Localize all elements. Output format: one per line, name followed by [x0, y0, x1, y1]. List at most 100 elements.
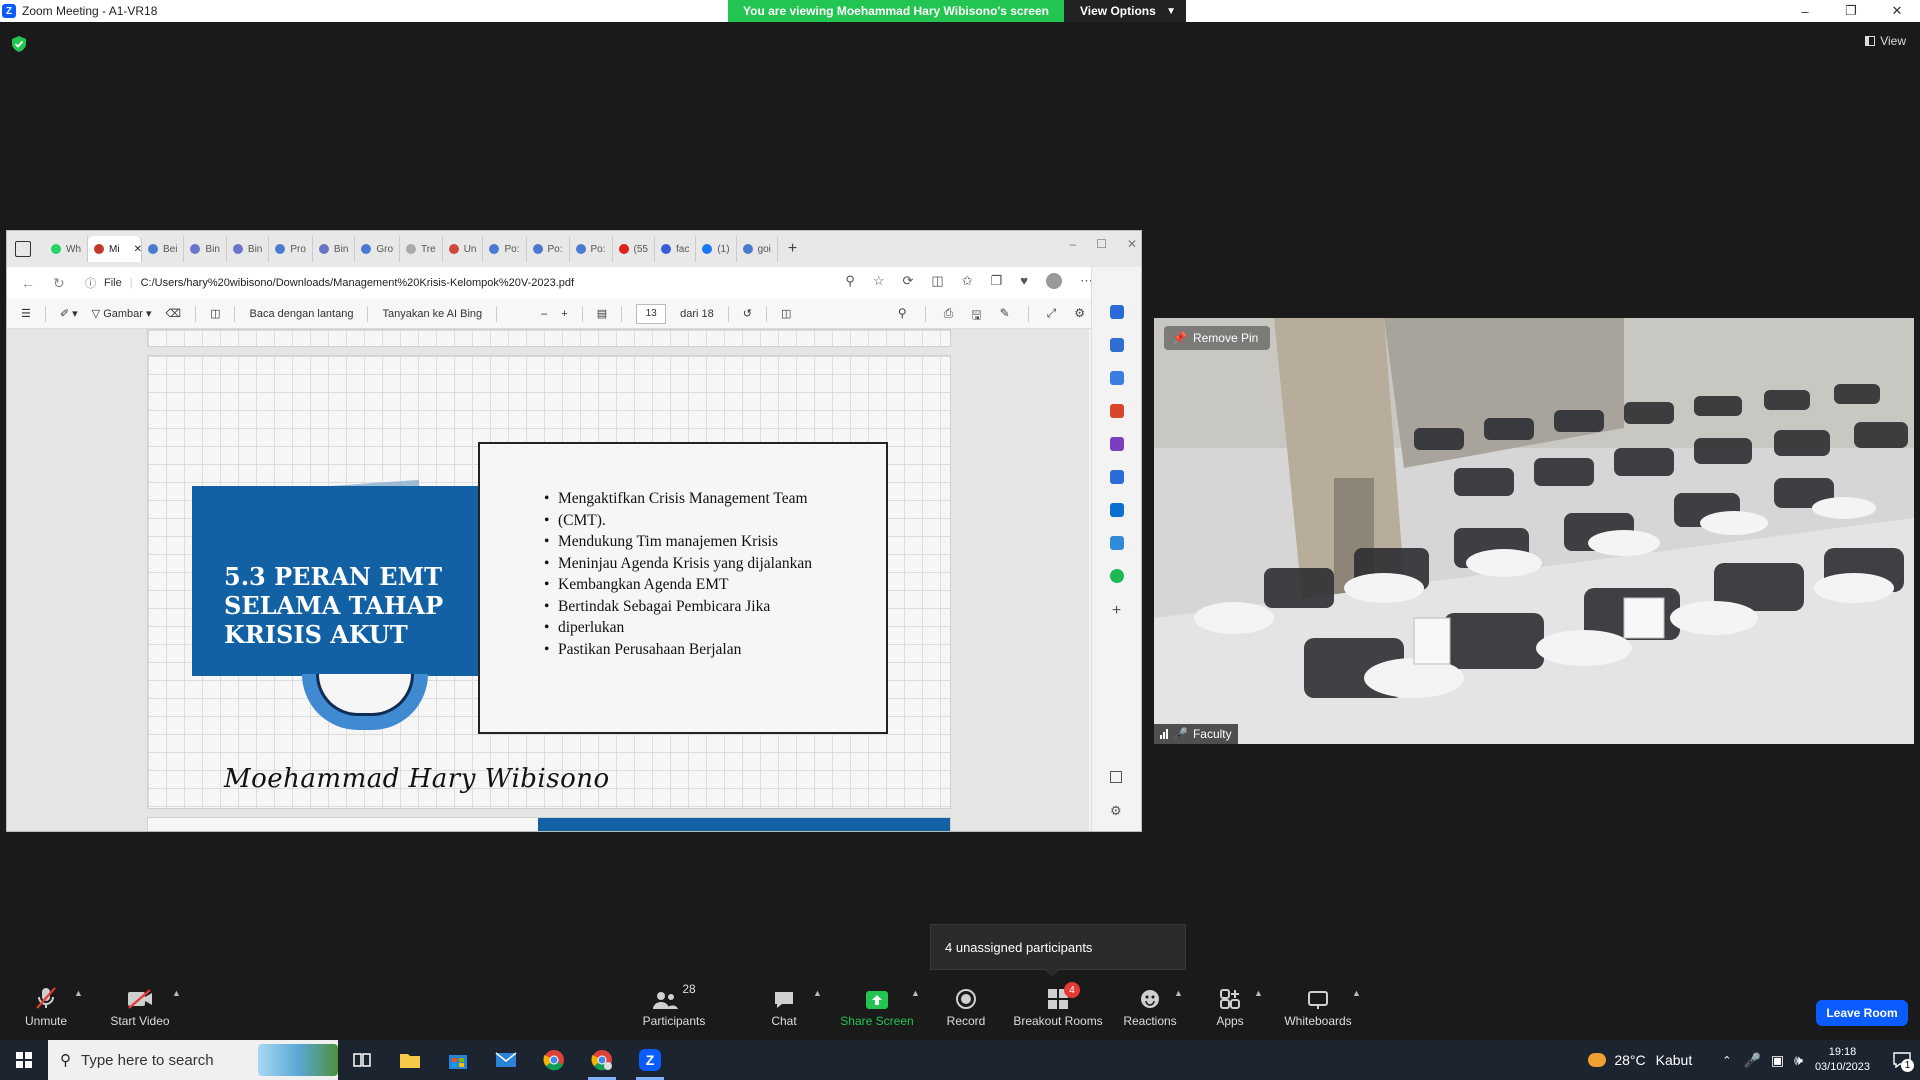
draw-tool[interactable]: ▽ Gambar ▾: [92, 307, 152, 320]
sidebar-settings-icon[interactable]: ⚙: [1110, 803, 1122, 819]
extensions-icon[interactable]: ⟳: [903, 273, 914, 295]
bell-icon[interactable]: [1109, 305, 1124, 319]
mail-icon[interactable]: [482, 1040, 530, 1080]
zoom-in-icon[interactable]: +: [561, 308, 567, 320]
save-icon[interactable]: 🖫: [971, 306, 981, 327]
address-url[interactable]: C:/Users/hary%20wibisono/Downloads/Manag…: [141, 277, 575, 289]
browser-tab[interactable]: fac: [655, 236, 697, 262]
pdf-viewport[interactable]: 5.3 PERAN EMT SELAMA TAHAP KRISIS AKUT M…: [7, 329, 1089, 831]
start-video-button[interactable]: Start Video: [104, 982, 176, 1028]
sidebar-layout-icon[interactable]: [1110, 771, 1122, 783]
browser-maximize-icon[interactable]: ☐: [1096, 237, 1107, 251]
split-screen-icon[interactable]: ◫: [931, 273, 943, 295]
unmute-button[interactable]: Unmute: [18, 982, 74, 1028]
taskbar-search[interactable]: ⚲ Type here to search: [48, 1040, 338, 1080]
browser-tab[interactable]: Un: [443, 236, 484, 262]
audio-options-caret-icon[interactable]: ▲: [74, 988, 83, 998]
reactions-button[interactable]: Reactions: [1122, 982, 1178, 1028]
video-options-caret-icon[interactable]: ▲: [172, 988, 181, 998]
browser-tab[interactable]: Po:: [483, 236, 527, 262]
microsoft-store-icon[interactable]: [434, 1040, 482, 1080]
chrome-icon[interactable]: [530, 1040, 578, 1080]
new-tab-icon[interactable]: +: [788, 240, 797, 258]
shield-check-icon[interactable]: [12, 36, 26, 52]
shopping-icon[interactable]: [1109, 371, 1124, 385]
browser-tab[interactable]: Wh: [45, 236, 88, 262]
view-button[interactable]: View: [1865, 34, 1906, 48]
weather-desc[interactable]: Kabut: [1656, 1052, 1693, 1068]
browser-essentials-icon[interactable]: ♥: [1020, 273, 1028, 295]
taskbar-clock[interactable]: 19:18 03/10/2023: [1815, 1045, 1870, 1075]
weather-temp[interactable]: 28°C: [1614, 1052, 1645, 1068]
browser-tab[interactable]: Mi ✕: [88, 236, 142, 262]
browser-minimize-icon[interactable]: –: [1069, 237, 1076, 251]
share-options-caret-icon[interactable]: ▲: [911, 988, 920, 998]
browser-tab[interactable]: Bin: [227, 236, 270, 262]
file-explorer-icon[interactable]: [386, 1040, 434, 1080]
whiteboards-button[interactable]: Whiteboards: [1282, 982, 1354, 1028]
find-icon[interactable]: ⚲: [898, 306, 907, 327]
browser-tab[interactable]: Bei: [142, 236, 185, 262]
read-aloud-button[interactable]: Baca dengan lantang: [249, 308, 353, 320]
chat-button[interactable]: Chat: [766, 982, 802, 1028]
apps-options-caret-icon[interactable]: ▲: [1254, 988, 1263, 998]
reactions-options-caret-icon[interactable]: ▲: [1174, 988, 1183, 998]
remove-pin-button[interactable]: 📌 Remove Pin: [1164, 326, 1271, 350]
notification-center-icon[interactable]: 1: [1884, 1040, 1920, 1080]
minimize-icon[interactable]: –: [1782, 0, 1828, 22]
pdf-settings-icon[interactable]: ⚙: [1074, 306, 1085, 327]
highlight-icon[interactable]: ✐ ▾: [60, 307, 78, 320]
browser-tab[interactable]: Gro: [355, 236, 401, 262]
record-button[interactable]: Record: [944, 982, 988, 1028]
browser-tab[interactable]: Bin: [184, 236, 227, 262]
chevron-up-icon[interactable]: ⌃: [1722, 1054, 1731, 1067]
participants-button[interactable]: 28 Participants: [638, 982, 710, 1028]
browser-tab[interactable]: Bin: [313, 236, 356, 262]
leave-room-button[interactable]: Leave Room: [1816, 1000, 1908, 1026]
rotate-icon[interactable]: ↺: [743, 307, 752, 320]
whiteboards-options-caret-icon[interactable]: ▲: [1352, 988, 1361, 998]
contents-icon[interactable]: ☰: [21, 307, 31, 320]
chrome-profile-icon[interactable]: [578, 1040, 626, 1080]
browser-tab[interactable]: Po:: [527, 236, 570, 262]
tools-icon[interactable]: [1109, 404, 1124, 418]
browser-tab[interactable]: goi: [737, 236, 778, 262]
zoom-icon[interactable]: ⚲: [845, 273, 855, 295]
zoom-out-icon[interactable]: –: [541, 308, 547, 320]
print-icon[interactable]: ⎙: [944, 306, 954, 327]
fit-page-icon[interactable]: ▤: [597, 307, 607, 320]
browser-tab[interactable]: Po:: [570, 236, 613, 262]
apps-button[interactable]: Apps: [1212, 982, 1248, 1028]
office-icon[interactable]: [1109, 470, 1124, 484]
volume-icon[interactable]: 🕪: [1794, 1052, 1803, 1069]
reload-icon[interactable]: ↻: [53, 275, 71, 292]
zoom-app-icon[interactable]: Z: [626, 1040, 674, 1080]
profile-avatar-icon[interactable]: [1046, 273, 1062, 289]
add-sidebar-icon[interactable]: +: [1092, 602, 1141, 620]
chat-options-caret-icon[interactable]: ▲: [813, 988, 822, 998]
favorites-icon[interactable]: ✩: [962, 273, 973, 295]
browser-tab[interactable]: (55: [613, 236, 655, 262]
network-icon[interactable]: ▣: [1771, 1052, 1784, 1069]
page-view-icon[interactable]: ◫: [781, 307, 791, 320]
windows-start-icon[interactable]: [0, 1040, 48, 1080]
immersive-reader-icon[interactable]: ◫: [210, 307, 220, 320]
fullscreen-icon[interactable]: ⤢: [1047, 306, 1057, 327]
ask-bing-button[interactable]: Tanyakan ke AI Bing: [382, 308, 482, 320]
page-number-input[interactable]: 13: [636, 303, 667, 324]
outlook-icon[interactable]: [1109, 503, 1124, 517]
browser-tab[interactable]: (1): [696, 236, 737, 262]
collections-icon[interactable]: ❐: [991, 273, 1003, 295]
info-icon[interactable]: ⓘ: [85, 275, 96, 291]
favorite-star-icon[interactable]: ☆: [873, 273, 885, 295]
browser-close-icon[interactable]: ✕: [1127, 237, 1137, 251]
spotify-icon[interactable]: [1109, 569, 1124, 583]
video-tile[interactable]: 📌 Remove Pin 🎤 Faculty: [1154, 318, 1914, 744]
back-icon[interactable]: ←: [21, 275, 39, 291]
drop-icon[interactable]: [1109, 536, 1124, 550]
close-icon[interactable]: ✕: [1874, 0, 1920, 22]
games-icon[interactable]: [1109, 437, 1124, 451]
save-as-icon[interactable]: ✎: [1000, 306, 1010, 327]
search-icon[interactable]: [1109, 338, 1124, 352]
microphone-icon[interactable]: 🎤: [1743, 1052, 1760, 1069]
